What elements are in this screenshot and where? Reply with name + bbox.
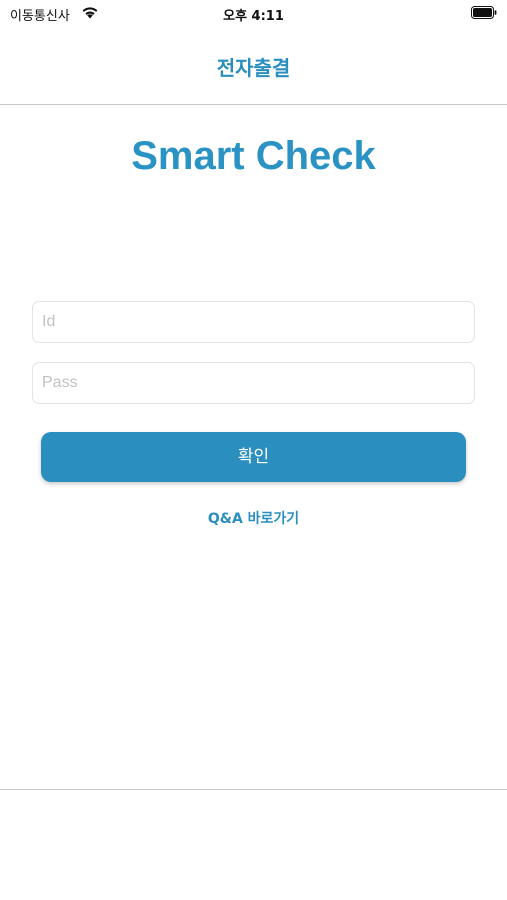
bottom-divider — [0, 789, 507, 790]
status-bar: 이동통신사 오후 4:11 — [0, 0, 507, 30]
id-input[interactable] — [33, 302, 474, 342]
status-time: 오후 4:11 — [223, 9, 284, 24]
battery-icon — [471, 6, 497, 19]
nav-title: 전자출결 — [216, 56, 291, 80]
navigation-bar: 전자출결 — [0, 30, 507, 105]
app-title: Smart Check — [131, 134, 376, 178]
qa-link[interactable]: Q&A 바로가기 — [0, 508, 507, 528]
confirm-button[interactable]: 확인 — [41, 432, 466, 482]
id-field[interactable] — [32, 301, 475, 343]
pass-input[interactable] — [33, 363, 474, 403]
pass-field[interactable] — [32, 362, 475, 404]
